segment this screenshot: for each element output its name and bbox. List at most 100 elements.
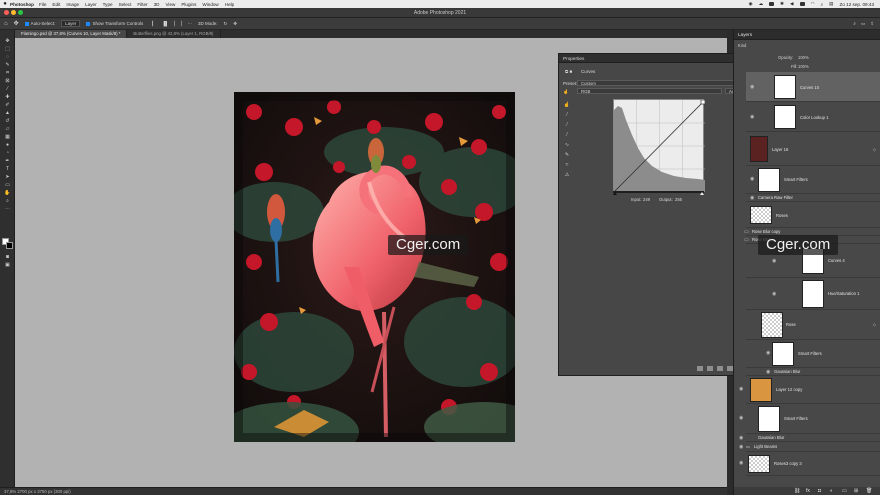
rectangle-tool-icon[interactable]: ▭	[3, 182, 12, 188]
folder-icon[interactable]: ▭	[746, 444, 750, 449]
volume-icon[interactable]: ◀	[790, 1, 794, 7]
group-name[interactable]: Rose Blur copy	[752, 229, 780, 234]
new-layer-icon[interactable]: ⊞	[854, 488, 858, 494]
visibility-eye-icon[interactable]: ◉	[750, 195, 754, 201]
mask-thumbnail[interactable]	[774, 105, 796, 129]
type-tool-icon[interactable]: T	[3, 166, 12, 172]
link-layers-icon[interactable]: ⛓	[794, 488, 800, 494]
layer-row[interactable]: ◉ Gaussian Blur	[746, 368, 880, 376]
layer-thumbnail[interactable]	[750, 136, 768, 162]
visibility-eye-icon[interactable]: ◉	[766, 350, 770, 356]
menu-help[interactable]: Help	[225, 2, 234, 7]
input-value[interactable]: 249	[643, 197, 650, 202]
clip-to-layer-icon[interactable]	[697, 366, 703, 371]
layer-name[interactable]: Camera Raw Filter	[758, 195, 793, 200]
layer-name[interactable]: Gaussian Blur	[774, 369, 800, 374]
layer-name[interactable]: Rose	[786, 322, 796, 327]
blur-tool-icon[interactable]: ●	[3, 142, 12, 148]
layer-name[interactable]: Hue/Saturation 1	[828, 291, 859, 296]
folder-icon[interactable]: ▭	[744, 229, 749, 235]
adjustment-layer-icon[interactable]: ◐	[830, 488, 833, 494]
filter-mask-thumbnail[interactable]	[758, 168, 780, 192]
mask-thumbnail[interactable]	[774, 75, 796, 99]
menu-file[interactable]: File	[39, 2, 46, 7]
stamp-tool-icon[interactable]: ▲	[3, 110, 12, 116]
layer-row[interactable]: ◉ Camera Raw Filter	[746, 194, 880, 202]
search-icon[interactable]: ⌕	[853, 21, 856, 27]
butterfly-thumbnail[interactable]	[750, 378, 772, 402]
filter-mask-thumbnail[interactable]	[758, 406, 780, 432]
quick-select-tool-icon[interactable]: ✎	[3, 62, 12, 68]
layer-name[interactable]: Curves 4	[828, 258, 845, 263]
menu-plugins[interactable]: Plugins	[181, 2, 196, 7]
share-icon[interactable]: ⇪	[870, 21, 874, 27]
apple-icon[interactable]: ●	[0, 1, 10, 7]
on-image-adjust-icon[interactable]: ☝	[563, 102, 571, 108]
clock[interactable]: Zo 12 sep. 09:43	[840, 2, 874, 7]
group-row[interactable]: ◉ ▭ Light Beams	[739, 442, 880, 452]
history-brush-tool-icon[interactable]: ↺	[3, 118, 12, 124]
filter-kind-dropdown[interactable]: Kind	[738, 43, 746, 48]
menu-window[interactable]: Window	[202, 2, 218, 7]
layer-name[interactable]: Smart Filters	[784, 177, 808, 182]
input-slider[interactable]	[613, 191, 704, 195]
distribute-icon[interactable]: ⋯	[187, 21, 192, 27]
workspace-icon[interactable]: ▭	[861, 21, 865, 27]
eraser-tool-icon[interactable]: ▱	[3, 126, 12, 132]
visibility-eye-icon[interactable]: ◉	[739, 415, 743, 421]
layer-row[interactable]: ◉ Smart Filters	[746, 340, 880, 368]
layer-row[interactable]: ◉ Roses3 copy 3	[739, 452, 880, 476]
menu-select[interactable]: Select	[119, 2, 132, 7]
visibility-eye-icon[interactable]: ◉	[772, 291, 776, 297]
layer-row[interactable]: Layer 16 ◇	[746, 132, 880, 166]
preset-dropdown[interactable]: Custom	[577, 80, 741, 86]
layer-row[interactable]: ◉ Smart Filters	[746, 166, 880, 194]
smooth-curve-icon[interactable]: ≈	[563, 162, 571, 168]
app-menu[interactable]: Photoshop	[10, 2, 34, 7]
hand-tool-icon[interactable]: ✋	[3, 190, 12, 196]
mask-thumbnail[interactable]	[802, 280, 824, 308]
quick-mask-icon[interactable]: ◙	[3, 254, 12, 260]
trash-icon[interactable]: 🗑	[866, 488, 872, 494]
visibility-eye-icon[interactable]: ◉	[739, 460, 743, 466]
layers-title[interactable]: Layers	[734, 30, 880, 40]
layer-name[interactable]: Color Lookup 1	[800, 115, 828, 120]
layer-row[interactable]: Rose ◇	[746, 310, 880, 340]
more-tools-icon[interactable]: ⋯	[3, 206, 12, 212]
move-tool-icon[interactable]: ✥	[3, 38, 12, 44]
visibility-eye-icon[interactable]: ◉	[739, 444, 743, 450]
visibility-eye-icon[interactable]: ◉	[750, 84, 754, 90]
filter-mask-thumbnail[interactable]	[772, 342, 794, 366]
path-select-tool-icon[interactable]: ➤	[3, 174, 12, 180]
show-transform-toggle[interactable]: Show Transform Controls	[86, 21, 143, 26]
clipping-warning-icon[interactable]: ⚠	[563, 172, 571, 178]
fill-value[interactable]: 100%	[798, 64, 809, 69]
visibility-eye-icon[interactable]: ◉	[750, 114, 754, 120]
layer-row[interactable]: ◉ Layer 12 copy	[739, 376, 880, 404]
layer-row[interactable]: ◉ Gaussian Blur	[739, 434, 880, 442]
healing-brush-tool-icon[interactable]: ✚	[3, 94, 12, 100]
battery-icon[interactable]	[799, 2, 805, 6]
layer-row[interactable]: ◉ Color Lookup 1	[746, 102, 880, 132]
orbit-3d-icon[interactable]: ↻	[223, 21, 227, 27]
layer-thumbnail[interactable]	[750, 206, 772, 224]
group-name[interactable]: Light Beams	[754, 444, 777, 449]
pan-3d-icon[interactable]: ✥	[233, 21, 237, 27]
visibility-eye-icon[interactable]: ◉	[766, 369, 770, 375]
align-right-icon[interactable]: ▏▕	[175, 21, 182, 27]
layer-name[interactable]: Layer 16	[772, 147, 788, 152]
background-color-swatch[interactable]	[6, 242, 13, 249]
layer-name[interactable]: Gaussian Blur	[758, 435, 784, 440]
control-center-icon[interactable]: ▤	[829, 1, 833, 7]
dodge-tool-icon[interactable]: ◔	[3, 150, 12, 156]
lasso-tool-icon[interactable]: ◌	[3, 54, 12, 60]
gradient-tool-icon[interactable]: ▦	[3, 134, 12, 140]
tab-butterflies[interactable]: Butterflies.png @ 42,8% (Layer 1, RGB/8)	[127, 30, 221, 38]
brush-tool-icon[interactable]: ✐	[3, 102, 12, 108]
screen-icon[interactable]	[769, 2, 775, 6]
white-point-eyedropper-icon[interactable]: ⁄	[563, 132, 571, 138]
layer-name[interactable]: Curves 10	[800, 85, 819, 90]
visibility-eye-icon[interactable]: ◉	[739, 435, 743, 441]
menu-image[interactable]: Image	[66, 2, 79, 7]
rose-thumbnail[interactable]	[761, 312, 783, 338]
